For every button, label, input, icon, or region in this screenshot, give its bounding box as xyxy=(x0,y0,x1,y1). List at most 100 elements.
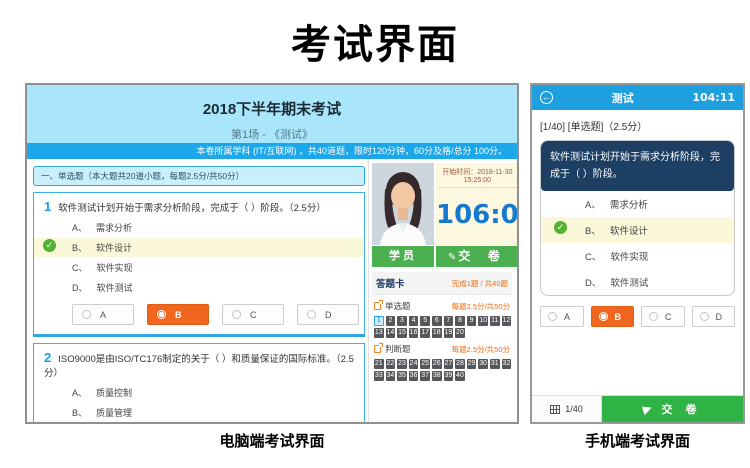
pen-icon xyxy=(448,252,456,263)
answer-tile-3[interactable]: 3 xyxy=(397,316,407,326)
answer-tile-2[interactable]: 2 xyxy=(386,316,396,326)
countdown-timer: 106:0 xyxy=(436,200,517,230)
answer-tile-4[interactable]: 4 xyxy=(409,316,419,326)
section-score-info: 每题2.5分/共50分 xyxy=(452,344,510,355)
option-row-d[interactable]: D、软件测试 xyxy=(541,269,734,295)
answer-tile-8[interactable]: 8 xyxy=(455,316,465,326)
question-card-2: 2ISO9000是由ISO/TC176制定的关于（ ）和质量保证的国际标准。（2… xyxy=(33,343,365,422)
answer-tile-38[interactable]: 38 xyxy=(432,371,442,381)
mobile-exam-title: 测试 xyxy=(553,90,692,106)
answer-button-b-selected[interactable]: B xyxy=(147,304,209,325)
answer-button-c[interactable]: C xyxy=(222,304,284,325)
answer-tile-15[interactable]: 15 xyxy=(397,328,407,338)
option-row-a[interactable]: A、需求分析 xyxy=(541,191,734,217)
check-icon xyxy=(43,239,56,252)
answer-tile-13[interactable]: 13 xyxy=(374,328,384,338)
mobile-body: [1/40] [单选题]（2.5分） 软件测试计划开始于需求分析阶段，完成于（ … xyxy=(532,110,743,395)
answer-tile-5[interactable]: 5 xyxy=(420,316,430,326)
question-head: 2ISO9000是由ISO/TC176制定的关于（ ）和质量保证的国际标准。（2… xyxy=(34,350,364,382)
answer-tile-30[interactable]: 30 xyxy=(478,359,488,369)
answer-button-row: A B C D xyxy=(34,297,364,327)
answer-tile-19[interactable]: 19 xyxy=(444,328,454,338)
answer-tile-25[interactable]: 25 xyxy=(420,359,430,369)
answer-tile-7[interactable]: 7 xyxy=(444,316,454,326)
answer-tile-33[interactable]: 33 xyxy=(374,371,384,381)
answer-button-a[interactable]: A xyxy=(540,306,584,327)
exam-subtitle: 第1场 - 《测试》 xyxy=(27,126,517,142)
answer-tile-9[interactable]: 9 xyxy=(467,316,477,326)
start-time: 开始时间：2018-11-30 15:25:00 xyxy=(438,163,517,188)
radio-icon xyxy=(232,310,241,319)
answer-button-d[interactable]: D xyxy=(692,306,736,327)
answer-tile-16[interactable]: 16 xyxy=(409,328,419,338)
answer-button-c[interactable]: C xyxy=(641,306,685,327)
option-row-c[interactable]: C、软件实现 xyxy=(541,243,734,269)
answer-tile-10[interactable]: 10 xyxy=(478,316,488,326)
option-row-b-selected[interactable]: B、软件设计 xyxy=(34,238,364,257)
radio-icon xyxy=(548,312,557,321)
desktop-caption: 电脑端考试界面 xyxy=(25,430,519,451)
answer-tile-36[interactable]: 36 xyxy=(409,371,419,381)
answer-tile-35[interactable]: 35 xyxy=(397,371,407,381)
student-info-block: 学员 开始时间：2018-11-30 15:25:00 106:0 交 卷 xyxy=(372,163,512,267)
answer-tile-6[interactable]: 6 xyxy=(432,316,442,326)
answer-tile-29[interactable]: 29 xyxy=(467,359,477,369)
radio-icon xyxy=(700,312,709,321)
answer-button-a[interactable]: A xyxy=(72,304,134,325)
submit-button[interactable]: 交 卷 xyxy=(436,246,517,267)
answer-tile-17[interactable]: 17 xyxy=(420,328,430,338)
mobile-submit-button[interactable]: 交 卷 xyxy=(602,396,743,422)
answer-tile-32[interactable]: 32 xyxy=(502,359,512,369)
option-row-b-selected[interactable]: B、软件设计 xyxy=(541,217,734,243)
answer-tile-37[interactable]: 37 xyxy=(420,371,430,381)
answer-tile-1[interactable]: 1 xyxy=(374,316,384,326)
answer-tile-28[interactable]: 28 xyxy=(455,359,465,369)
answer-grid-single-choice: 1234567891011121314151617181920 xyxy=(374,316,514,338)
answer-card-section-single: 单选题 每题2.5分/共50分 123456789101112131415161… xyxy=(372,295,512,338)
answer-sheet-toggle[interactable]: 1/40 xyxy=(532,396,602,422)
paper-plane-icon xyxy=(642,403,653,414)
student-label: 学员 xyxy=(372,246,434,267)
answer-tile-31[interactable]: 31 xyxy=(490,359,500,369)
section-header: 一、单选题（本大题共20道小题，每题2.5分/共50分） xyxy=(33,166,365,186)
option-row-b[interactable]: B、质量管理 xyxy=(34,403,364,422)
answer-button-d[interactable]: D xyxy=(297,304,359,325)
answer-tile-40[interactable]: 40 xyxy=(455,371,465,381)
question-meta: [1/40] [单选题]（2.5分） xyxy=(540,118,735,133)
answer-tile-39[interactable]: 39 xyxy=(444,371,454,381)
answer-tile-12[interactable]: 12 xyxy=(502,316,512,326)
page: 考试界面 2018下半年期末考试 第1场 - 《测试》 本卷所属学科 (IT/互… xyxy=(0,0,750,468)
answer-button-b-selected[interactable]: B xyxy=(591,306,635,327)
question-text: 软件测试计划开始于需求分析阶段，完成于（ ）阶段。（2.5分） xyxy=(58,203,326,214)
answer-tile-26[interactable]: 26 xyxy=(432,359,442,369)
exam-body: 一、单选题（本大题共20道小题，每题2.5分/共50分） 1软件测试计划开始于需… xyxy=(27,159,517,422)
answer-tile-22[interactable]: 22 xyxy=(386,359,396,369)
option-row-c[interactable]: C、软件实现 xyxy=(34,258,364,277)
answer-tile-27[interactable]: 27 xyxy=(444,359,454,369)
option-row-a[interactable]: A、需求分析 xyxy=(34,218,364,237)
option-row-a[interactable]: A、质量控制 xyxy=(34,383,364,402)
exam-title: 2018下半年期末考试 xyxy=(27,85,517,119)
back-button[interactable] xyxy=(540,91,553,104)
mobile-exam-panel: 测试 104:11 [1/40] [单选题]（2.5分） 软件测试计划开始于需求… xyxy=(530,83,745,424)
desktop-exam-panel: 2018下半年期末考试 第1场 - 《测试》 本卷所属学科 (IT/互联网) ，… xyxy=(25,83,519,424)
question-head: 1软件测试计划开始于需求分析阶段，完成于（ ）阶段。（2.5分） xyxy=(34,199,364,217)
answer-grid-judge: 212223242526272829303132 3334353637383940 xyxy=(374,359,514,381)
question-card-1: 1软件测试计划开始于需求分析阶段，完成于（ ）阶段。（2.5分） A、需求分析 … xyxy=(33,192,365,337)
answer-card-progress: 完成1题 / 共40题 xyxy=(452,278,508,289)
answer-tile-20[interactable]: 20 xyxy=(455,328,465,338)
answer-tile-24[interactable]: 24 xyxy=(409,359,419,369)
option-row-d[interactable]: D、软件测试 xyxy=(34,278,364,297)
answer-tile-18[interactable]: 18 xyxy=(432,328,442,338)
answer-tile-14[interactable]: 14 xyxy=(386,328,396,338)
answer-tile-11[interactable]: 11 xyxy=(490,316,500,326)
answer-tile-23[interactable]: 23 xyxy=(397,359,407,369)
progress-count: 1/40 xyxy=(565,404,583,414)
answer-tile-34[interactable]: 34 xyxy=(386,371,396,381)
answer-card-header: 答题卡 完成1题 / 共40题 xyxy=(372,272,512,295)
exam-header: 2018下半年期末考试 第1场 - 《测试》 xyxy=(27,85,517,143)
section-score-info: 每题2.5分/共50分 xyxy=(452,301,510,312)
student-photo xyxy=(372,163,434,245)
question-column: 一、单选题（本大题共20道小题，每题2.5分/共50分） 1软件测试计划开始于需… xyxy=(33,166,365,422)
answer-tile-21[interactable]: 21 xyxy=(374,359,384,369)
